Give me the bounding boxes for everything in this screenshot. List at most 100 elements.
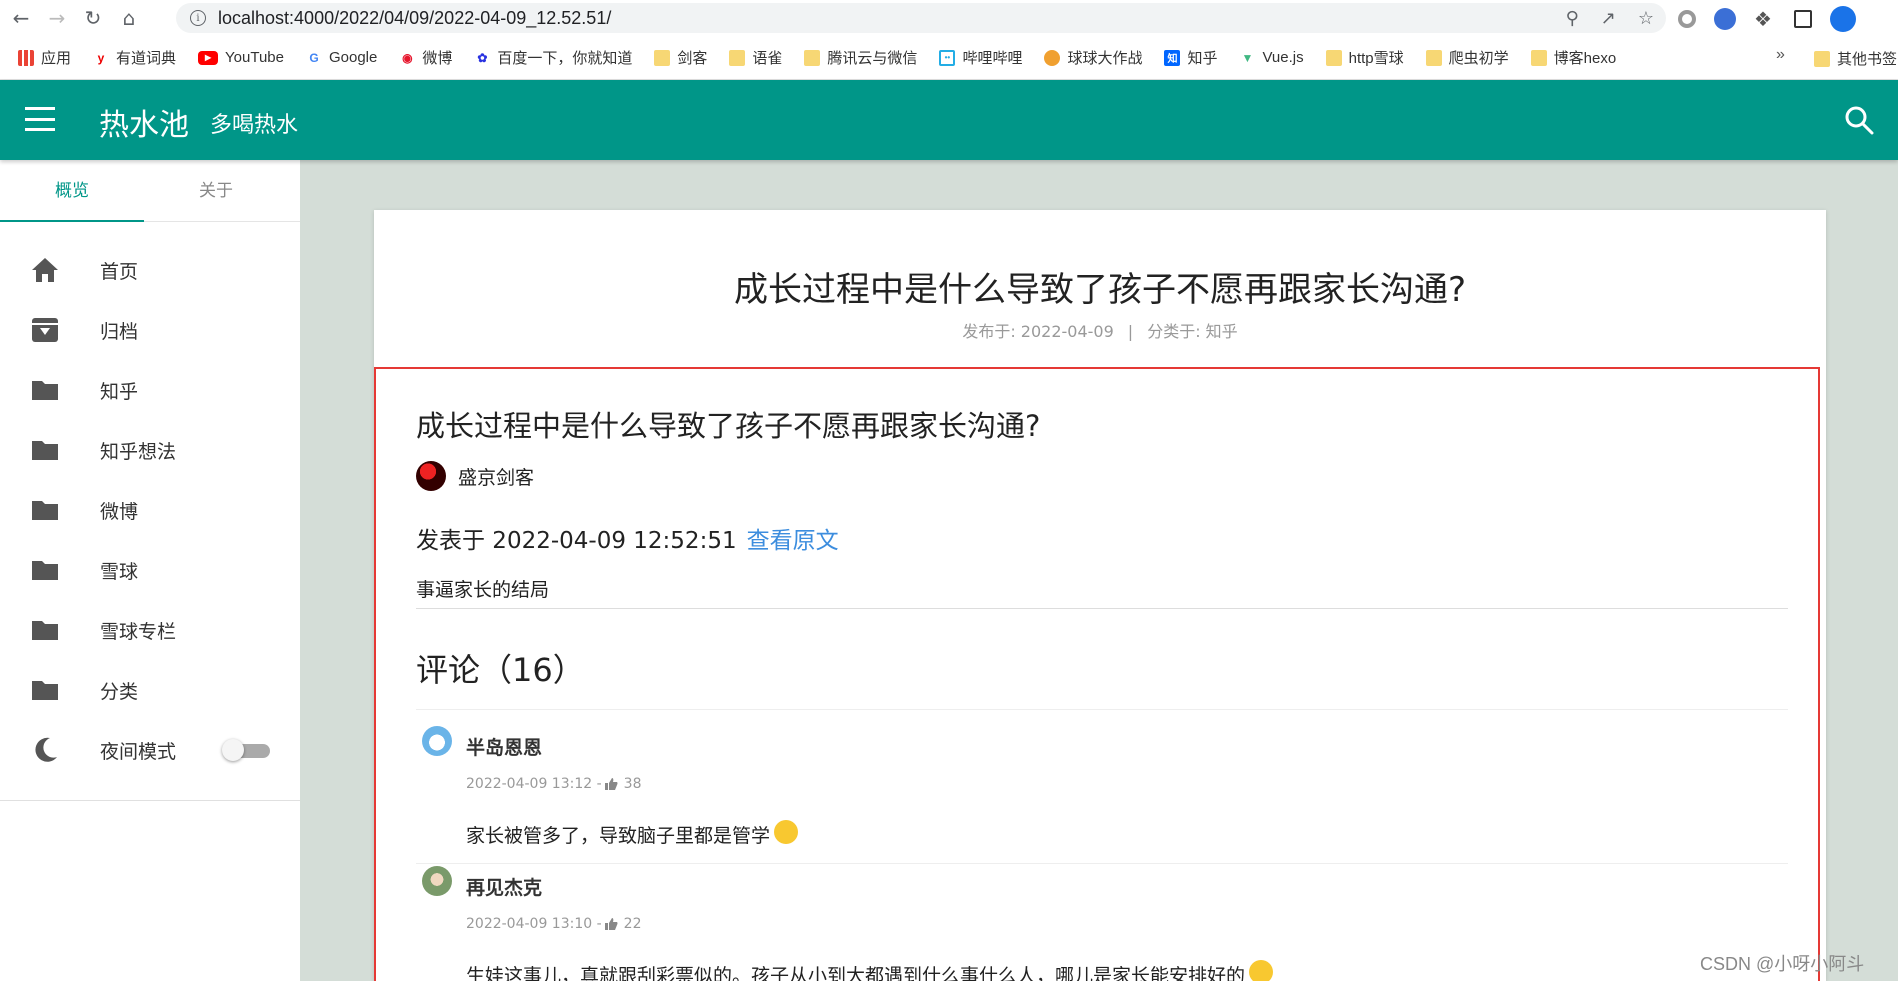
- highlighted-content: 成长过程中是什么导致了孩子不愿再跟家长沟通? 盛京剑客 发表于 2022-04-…: [374, 367, 1820, 981]
- thumbs-up-icon: [604, 918, 618, 930]
- bookmark-weibo[interactable]: ◉ 微博: [399, 47, 452, 68]
- bilibili-icon: ••: [939, 49, 956, 66]
- bookmark-folder[interactable]: 腾讯云与微信: [804, 47, 917, 68]
- sidebar-item-label: 首页: [100, 260, 139, 283]
- folder-icon: [32, 561, 58, 580]
- sidebar: 概览 关于 首页 归档 知乎 知乎想法 微博 雪球 雪球专栏 分类 夜间模式: [0, 160, 300, 981]
- baidu-icon: ✿: [477, 50, 488, 65]
- comment-likes: 22: [623, 916, 642, 932]
- bookmark-baidu[interactable]: ✿ 百度一下，你就知道: [474, 47, 632, 68]
- back-button[interactable]: ←: [6, 3, 36, 33]
- sidebar-item-weibo[interactable]: 微博: [0, 485, 300, 535]
- folder-icon: [1425, 49, 1442, 66]
- avatar[interactable]: [416, 461, 446, 491]
- profile-avatar[interactable]: [1830, 6, 1856, 32]
- folder-icon: [804, 49, 821, 66]
- meta-separator: |: [1127, 322, 1134, 341]
- post-meta: 发布于: 2022-04-09 | 分类于: 知乎: [374, 318, 1826, 342]
- folder-icon: [1814, 50, 1830, 67]
- zhihu-icon: 知: [1164, 49, 1181, 66]
- sunglasses-emoji-icon: [1249, 960, 1274, 981]
- url-text[interactable]: localhost:4000/2022/04/09/2022-04-09_12.…: [218, 8, 611, 29]
- comment-text: 家长被管多了，导致脑子里都是管学: [466, 820, 799, 848]
- publish-info: 发表于 2022-04-09 12:52:51 查看原文: [416, 521, 839, 555]
- bookmark-folder[interactable]: 博客hexo: [1530, 47, 1616, 68]
- app-header: 热水池 多喝热水: [0, 80, 1898, 160]
- comment-time: 2022-04-09 13:10 -: [466, 916, 602, 932]
- bookmark-bilibili[interactable]: •• 哔哩哔哩: [939, 47, 1022, 68]
- bookmarks-overflow-button[interactable]: »: [1776, 46, 1785, 64]
- folder-icon: [729, 49, 746, 66]
- share-icon[interactable]: ↗: [1601, 8, 1616, 29]
- extension-icon[interactable]: [1678, 10, 1696, 28]
- home-button[interactable]: ⌂: [114, 3, 144, 33]
- sidepanel-icon[interactable]: [1794, 10, 1812, 28]
- post-title: 成长过程中是什么导致了孩子不愿再跟家长沟通?: [733, 270, 1467, 310]
- folder-icon: [32, 441, 58, 460]
- search-icon[interactable]: [1843, 104, 1875, 136]
- tab-indicator: [0, 220, 144, 222]
- address-bar[interactable]: i localhost:4000/2022/04/09/2022-04-09_1…: [176, 3, 1666, 33]
- published-date: 发布于: 2022-04-09: [962, 322, 1114, 341]
- bookmark-folder[interactable]: http雪球: [1325, 47, 1404, 68]
- site-title[interactable]: 热水池: [99, 100, 189, 144]
- author-name[interactable]: 盛京剑客: [458, 463, 534, 490]
- info-icon[interactable]: i: [190, 10, 206, 26]
- forward-button[interactable]: →: [42, 3, 72, 33]
- other-bookmarks[interactable]: 其他书签: [1814, 48, 1897, 69]
- sidebar-item-archive[interactable]: 归档: [0, 305, 300, 355]
- divider: [416, 709, 1788, 710]
- comment-author[interactable]: 半岛恩恩: [466, 733, 542, 760]
- reload-button[interactable]: ↻: [78, 3, 108, 33]
- bookmark-folder[interactable]: 剑客: [654, 47, 707, 68]
- publish-time: 发表于 2022-04-09 12:52:51: [416, 528, 737, 554]
- sidebar-item-label: 雪球: [100, 560, 139, 583]
- sidebar-item-xueqiu-column[interactable]: 雪球专栏: [0, 605, 300, 655]
- comment-author[interactable]: 再见杰克: [466, 873, 542, 900]
- bookmark-google[interactable]: G Google: [306, 49, 377, 66]
- category-link[interactable]: 分类于: 知乎: [1147, 322, 1237, 341]
- comment-text: 生娃这事儿，真就跟刮彩票似的。孩子从小到大都遇到什么事什么人，哪儿是家长能安排好…: [466, 960, 1274, 981]
- sidebar-item-night-mode[interactable]: 夜间模式: [0, 725, 300, 775]
- folder-icon: [1530, 49, 1547, 66]
- avatar[interactable]: [422, 726, 452, 756]
- star-icon[interactable]: ☆: [1638, 8, 1654, 29]
- menu-icon[interactable]: [25, 107, 55, 131]
- article-card: 成长过程中是什么导致了孩子不愿再跟家长沟通? 发布于: 2022-04-09 | 分…: [374, 210, 1826, 981]
- extension-icon[interactable]: [1714, 8, 1736, 30]
- avatar[interactable]: [422, 866, 452, 896]
- view-original-link[interactable]: 查看原文: [747, 528, 839, 554]
- tab-about[interactable]: 关于: [144, 160, 288, 221]
- apps-grid-icon: [18, 49, 34, 66]
- sidebar-item-label: 分类: [100, 680, 139, 703]
- folder-icon: [32, 681, 58, 700]
- comment-time: 2022-04-09 13:12 -: [466, 776, 602, 792]
- zoom-icon[interactable]: ⚲: [1566, 8, 1579, 29]
- folder-icon: [654, 49, 671, 66]
- bookmark-apps[interactable]: 应用: [18, 47, 71, 68]
- moon-icon: [35, 737, 57, 762]
- site-subtitle: 多喝热水: [210, 113, 299, 138]
- bookmark-youdao[interactable]: y 有道词典: [93, 47, 176, 68]
- home-icon: [32, 258, 58, 282]
- bookmark-folder[interactable]: 语雀: [729, 47, 782, 68]
- comment-likes: 38: [623, 776, 642, 792]
- folder-icon: [32, 621, 58, 640]
- game-icon: [1044, 49, 1061, 66]
- comment-meta: 2022-04-09 13:10 - 22: [466, 916, 642, 932]
- bookmark-vue[interactable]: ▼ Vue.js: [1239, 49, 1304, 66]
- sidebar-item-categories[interactable]: 分类: [0, 665, 300, 715]
- night-mode-toggle[interactable]: [222, 739, 270, 761]
- puzzle-icon[interactable]: ❖: [1754, 8, 1776, 30]
- bookmark-folder[interactable]: 爬虫初学: [1425, 47, 1509, 68]
- tab-overview[interactable]: 概览: [0, 160, 144, 221]
- sidebar-item-xueqiu[interactable]: 雪球: [0, 545, 300, 595]
- bookmark-youtube[interactable]: ▶ YouTube: [198, 49, 284, 66]
- bookmark-zhihu[interactable]: 知知乎: [1164, 47, 1217, 68]
- sidebar-item-home[interactable]: 首页: [0, 245, 300, 295]
- bookmark-game[interactable]: 球球大作战: [1044, 47, 1142, 68]
- sidebar-item-zhihu[interactable]: 知乎: [0, 365, 300, 415]
- sidebar-item-zhihu-ideas[interactable]: 知乎想法: [0, 425, 300, 475]
- sidebar-item-label: 知乎: [100, 380, 139, 403]
- sidebar-item-label: 夜间模式: [100, 740, 177, 763]
